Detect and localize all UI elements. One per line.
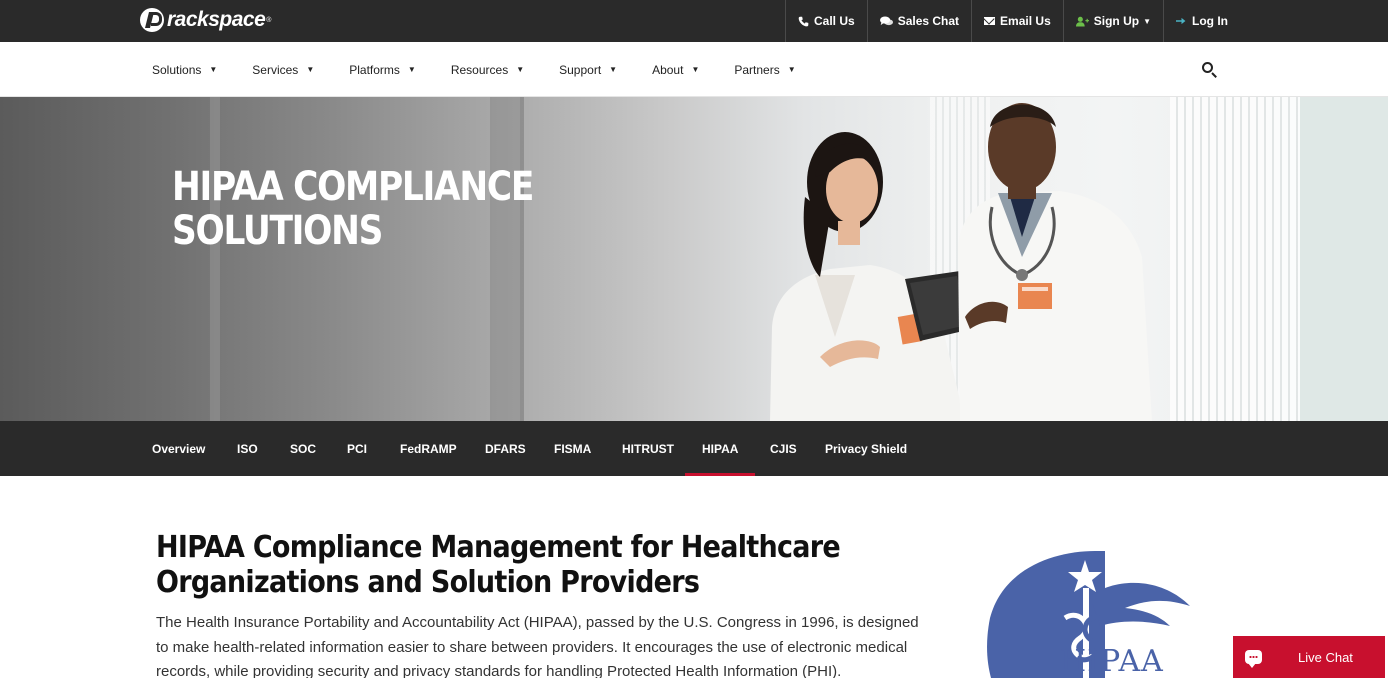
- nav-item-platforms[interactable]: Platforms ▼: [349, 63, 416, 77]
- top-utility-bar: rackspace ® Call Us Sales Chat Email Us …: [0, 0, 1388, 42]
- tab-cjis[interactable]: CJIS: [770, 421, 797, 476]
- caret-down-icon: ▼: [407, 65, 416, 74]
- tab-privacy-shield[interactable]: Privacy Shield: [825, 421, 907, 476]
- hero-bg-blinds: [1170, 97, 1310, 421]
- main-nav: Solutions ▼ Services ▼ Platforms ▼ Resource…: [0, 42, 1388, 97]
- add-user-icon: [1075, 16, 1089, 27]
- main-nav-list: Solutions ▼ Services ▼ Platforms ▼ Resource…: [152, 42, 831, 97]
- caret-down-icon: ▼: [787, 65, 796, 74]
- trademark-symbol: ®: [266, 16, 272, 24]
- hipaa-logo: HIPAA: [985, 548, 1215, 678]
- tab-fedramp[interactable]: FedRAMP: [400, 421, 457, 476]
- nav-item-support[interactable]: Support ▼: [559, 63, 617, 77]
- content-paragraph: The Health Insurance Portability and Acc…: [156, 614, 919, 678]
- caret-down-icon: ▼: [306, 65, 315, 74]
- caret-down-icon: ▼: [1143, 16, 1151, 26]
- sign-up-dropdown[interactable]: Sign Up ▼: [1062, 0, 1163, 42]
- content-heading: HIPAA Compliance Management for Healthca…: [156, 530, 841, 600]
- nav-item-resources[interactable]: Resources ▼: [451, 63, 524, 77]
- tab-pci[interactable]: PCI: [347, 421, 367, 476]
- envelope-icon: [984, 17, 996, 25]
- nav-item-solutions[interactable]: Solutions ▼: [152, 63, 217, 77]
- hero-bg-pillar: [210, 97, 220, 421]
- nav-item-services[interactable]: Services ▼: [252, 63, 314, 77]
- hero-bg-pillar: [520, 97, 524, 421]
- log-in-label: Log In: [1192, 14, 1228, 28]
- hero-title-line: SOLUTIONS: [172, 208, 383, 254]
- chat-bubble-icon: [1245, 650, 1262, 668]
- chat-bubbles-icon: [879, 15, 893, 27]
- tab-fisma[interactable]: FISMA: [554, 421, 591, 476]
- nav-label: Support: [559, 62, 602, 77]
- sales-chat-label: Sales Chat: [897, 14, 960, 28]
- call-us-link[interactable]: Call Us: [785, 0, 867, 42]
- nav-label: Platforms: [349, 62, 400, 77]
- tab-dfars[interactable]: DFARS: [485, 421, 526, 476]
- nav-label: About: [652, 62, 684, 77]
- nav-item-partners[interactable]: Partners ▼: [734, 63, 795, 77]
- rackspace-logo-icon: [140, 8, 164, 32]
- rackspace-logo[interactable]: rackspace ®: [140, 5, 271, 35]
- caret-down-icon: ▼: [209, 65, 218, 74]
- doctors-hero-image: [770, 103, 1152, 421]
- nav-label: Solutions: [152, 62, 202, 77]
- caret-down-icon: ▼: [609, 65, 618, 74]
- search-icon: [1202, 62, 1213, 73]
- caret-down-icon: ▼: [516, 65, 525, 74]
- tab-hipaa[interactable]: HIPAA: [684, 421, 757, 476]
- compliance-tabs: Overview ISO SOC PCI FedRAMP DFARS FISMA…: [0, 421, 1388, 476]
- live-chat-label: Live Chat: [1298, 649, 1353, 665]
- tab-iso[interactable]: ISO: [237, 421, 258, 476]
- nav-label: Services: [252, 62, 299, 77]
- hero-bg-window: [1300, 97, 1388, 421]
- sign-up-label: Sign Up: [1093, 14, 1140, 28]
- search-icon-handle: [1211, 72, 1217, 78]
- hero-title: HIPAA COMPLIANCE SOLUTIONS: [172, 164, 534, 254]
- email-us-label: Email Us: [1000, 14, 1051, 28]
- sales-chat-link[interactable]: Sales Chat: [866, 0, 971, 42]
- utility-nav: Call Us Sales Chat Email Us Sign Up ▼ Lo…: [785, 0, 1240, 42]
- log-in-link[interactable]: Log In: [1163, 0, 1240, 42]
- search-button[interactable]: [1201, 61, 1219, 79]
- hero-banner: HIPAA COMPLIANCE SOLUTIONS: [0, 97, 1388, 421]
- tab-soc[interactable]: SOC: [290, 421, 316, 476]
- nav-label: Partners: [734, 62, 780, 77]
- call-us-label: Call Us: [814, 14, 855, 28]
- nav-item-about[interactable]: About ▼: [652, 63, 699, 77]
- email-us-link[interactable]: Email Us: [971, 0, 1063, 42]
- tab-hitrust[interactable]: HITRUST: [622, 421, 674, 476]
- nav-label: Resources: [450, 62, 509, 77]
- tab-overview[interactable]: Overview: [152, 421, 205, 476]
- logo-text: rackspace: [167, 8, 266, 31]
- hero-title-line: HIPAA COMPLIANCE: [172, 164, 534, 210]
- live-chat-button[interactable]: Live Chat: [1233, 636, 1385, 678]
- sign-in-icon: [1176, 16, 1187, 26]
- phone-icon: [798, 16, 809, 27]
- hipaa-logo-text: HIPAA: [1060, 644, 1164, 678]
- hero-bg-pillar: [490, 97, 520, 421]
- caret-down-icon: ▼: [691, 65, 700, 74]
